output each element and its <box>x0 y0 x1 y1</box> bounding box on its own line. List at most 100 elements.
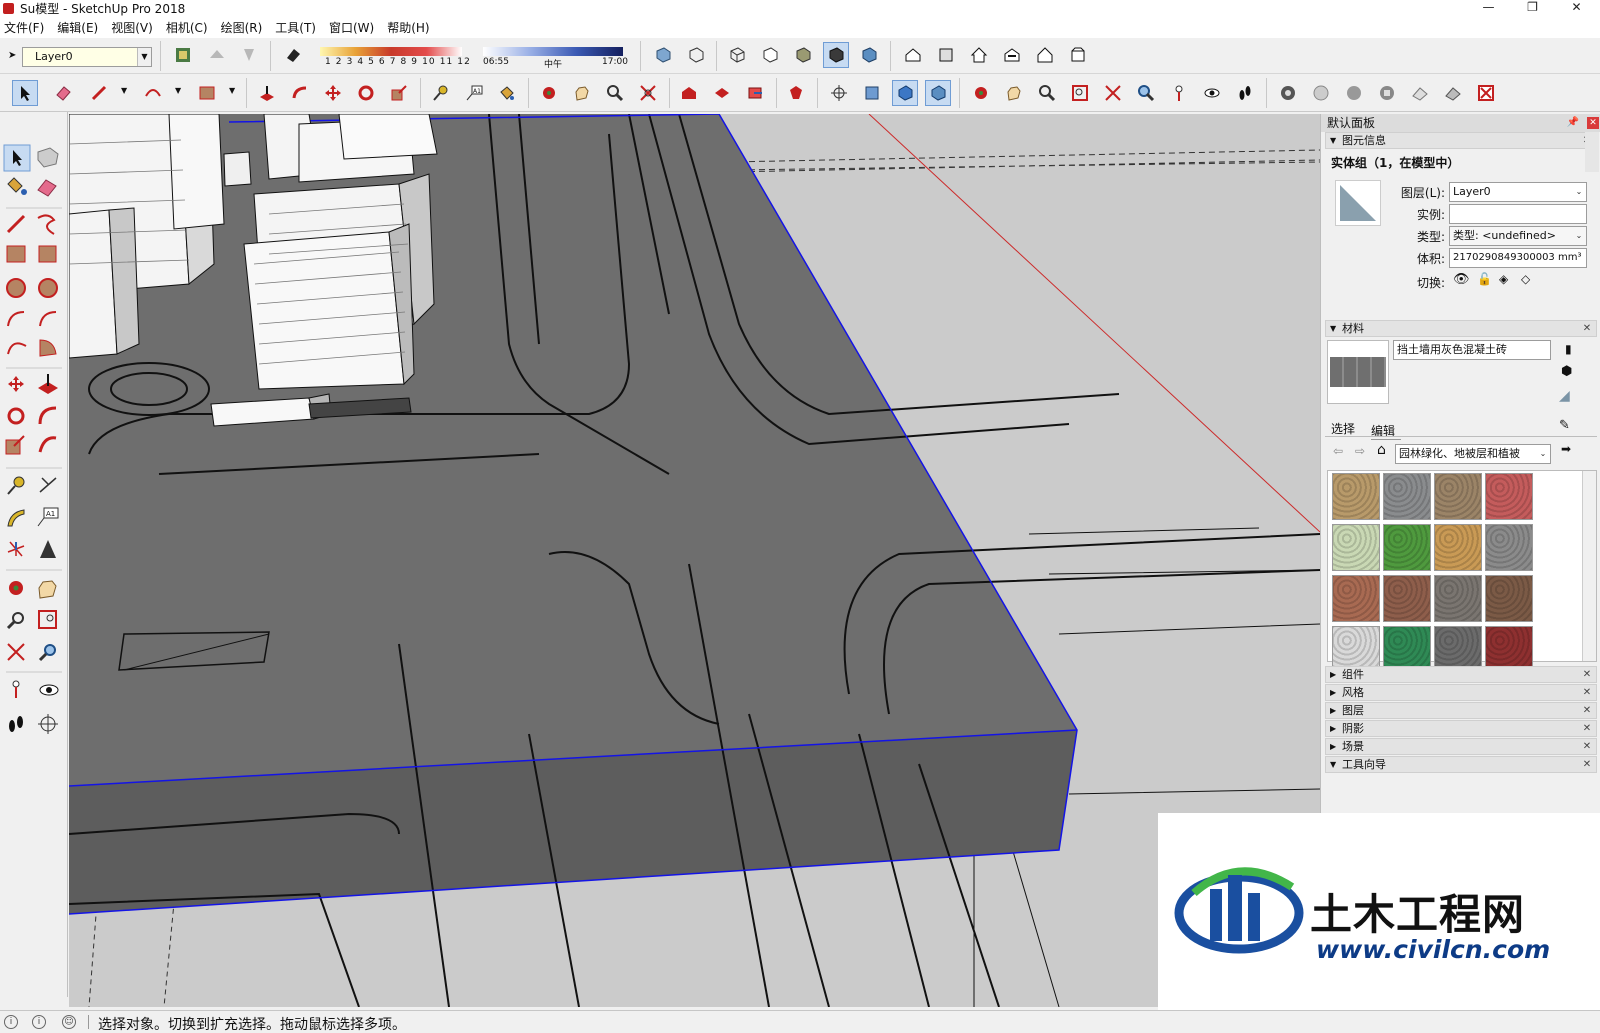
two-point-arc-icon[interactable] <box>39 311 57 327</box>
entity-layer-select[interactable]: Layer0 ⌄ <box>1449 182 1587 202</box>
warehouse-icon[interactable] <box>676 80 702 106</box>
tape-measure-icon[interactable] <box>428 80 454 106</box>
orbit-icon[interactable] <box>536 80 562 106</box>
previous-view-icon[interactable] <box>38 644 56 662</box>
layer-next-icon[interactable] <box>236 42 262 68</box>
zoom-icon[interactable] <box>6 612 24 630</box>
material-swatch[interactable] <box>1434 575 1482 622</box>
pie-tool-icon[interactable] <box>39 339 57 357</box>
tape-measure-icon[interactable] <box>7 476 25 495</box>
stamp-icon[interactable] <box>1374 80 1400 106</box>
walk-icon[interactable] <box>1232 80 1258 106</box>
default-material-icon[interactable]: ◢ <box>1559 388 1570 404</box>
instance-input[interactable] <box>1449 204 1587 224</box>
select-tool-icon[interactable] <box>3 144 31 172</box>
iso-view-icon[interactable] <box>900 42 926 68</box>
position-camera-icon[interactable] <box>1166 80 1192 106</box>
shaded-icon[interactable] <box>790 42 816 68</box>
look-around-icon[interactable] <box>1199 80 1225 106</box>
shadow-date-slider[interactable] <box>320 47 462 56</box>
materials-tab-select[interactable]: 选择 <box>1331 420 1355 437</box>
select-tool-icon[interactable] <box>12 80 38 106</box>
geo-location-icon[interactable]: i <box>4 1015 18 1029</box>
push-pull-icon[interactable] <box>38 374 58 394</box>
material-swatch[interactable] <box>1383 524 1431 571</box>
scale-tool-icon[interactable] <box>5 435 25 455</box>
eyedropper-icon[interactable]: ✎ <box>1559 418 1570 433</box>
pan-icon-2[interactable] <box>1001 80 1027 106</box>
zoom-extents-icon-2[interactable] <box>1100 80 1126 106</box>
section-close-icon[interactable]: ✕ <box>1581 321 1593 336</box>
type-select[interactable]: 类型: <undefined> ⌄ <box>1449 226 1587 246</box>
scale-tool-icon[interactable] <box>386 80 412 106</box>
orbit-icon[interactable] <box>9 581 23 595</box>
section-close-icon[interactable]: ✕ <box>1581 721 1593 736</box>
materials-tab-edit[interactable]: 编辑 <box>1371 422 1401 440</box>
section-close-icon[interactable]: ✕ <box>1581 703 1593 718</box>
zoom-window-icon[interactable] <box>38 610 57 629</box>
pan-icon[interactable] <box>38 580 57 599</box>
layer-select[interactable]: Layer0 ▼ <box>22 47 152 67</box>
eraser-icon[interactable] <box>37 179 57 197</box>
styles-header[interactable]: ▶ 风格 ✕ <box>1325 684 1597 701</box>
share-component-icon[interactable] <box>742 80 768 106</box>
back-edges-icon[interactable] <box>683 42 709 68</box>
components-header[interactable]: ▶ 组件 ✕ <box>1325 666 1597 683</box>
menu-help[interactable]: 帮助(H) <box>387 19 438 36</box>
freehand-icon[interactable] <box>37 214 56 235</box>
sandbox-contours-icon[interactable] <box>1275 80 1301 106</box>
text-tool-icon[interactable]: A1 <box>461 80 487 106</box>
paint-bucket-icon[interactable] <box>7 177 27 195</box>
add-detail-icon[interactable] <box>1440 80 1466 106</box>
material-swatch[interactable] <box>1332 473 1380 520</box>
wireframe-icon[interactable] <box>724 42 750 68</box>
modeling-viewport[interactable] <box>69 114 1320 1007</box>
previous-view-icon[interactable] <box>1133 80 1159 106</box>
materials-header[interactable]: ▼ 材料 ✕ <box>1325 320 1597 337</box>
section-close-icon[interactable]: ✕ <box>1581 739 1593 754</box>
section-plane-icon[interactable] <box>38 714 58 734</box>
menu-view[interactable]: 视图(V) <box>111 19 162 36</box>
position-camera-icon[interactable] <box>12 680 20 698</box>
front-view-icon[interactable] <box>966 42 992 68</box>
arc-tool-icon[interactable] <box>7 311 25 327</box>
left-view-icon[interactable] <box>1065 42 1091 68</box>
rotate-tool-icon[interactable] <box>353 80 379 106</box>
section-plane-icon[interactable] <box>859 80 885 106</box>
material-swatch[interactable] <box>1434 524 1482 571</box>
sandbox-scratch-icon[interactable] <box>1308 80 1334 106</box>
move-tool-icon[interactable] <box>8 376 24 392</box>
top-view-icon[interactable] <box>933 42 959 68</box>
drape-icon[interactable] <box>1407 80 1433 106</box>
follow-me-icon[interactable] <box>38 406 57 425</box>
right-view-icon[interactable] <box>999 42 1025 68</box>
chevron-down-icon[interactable]: ▼ <box>175 86 181 95</box>
chevron-down-icon[interactable]: ▼ <box>137 48 151 66</box>
material-swatch[interactable] <box>1434 473 1482 520</box>
dimension-tool-icon[interactable] <box>39 477 57 493</box>
rectangle-tool-icon[interactable] <box>6 245 26 263</box>
circle-tool-icon[interactable] <box>6 278 26 298</box>
axes-tool-icon[interactable] <box>7 541 25 557</box>
home-icon[interactable]: ⌂ <box>1377 442 1386 458</box>
scenes-header[interactable]: ▶ 场景 ✕ <box>1325 738 1597 755</box>
polygon-tool-icon[interactable] <box>38 278 58 298</box>
material-library-select[interactable]: 园林绿化、地被层和植被 ⌄ <box>1395 444 1551 464</box>
section-close-icon[interactable]: ✕ <box>1581 757 1593 772</box>
axes-icon[interactable] <box>826 80 852 106</box>
3d-text-icon[interactable] <box>40 540 56 558</box>
menu-edit[interactable]: 编辑(E) <box>57 19 107 36</box>
layers-header[interactable]: ▶ 图层 ✕ <box>1325 702 1597 719</box>
pan-icon[interactable] <box>569 80 595 106</box>
details-arrow-icon[interactable]: ➡ <box>1561 442 1571 456</box>
menu-draw[interactable]: 绘图(R) <box>221 19 272 36</box>
rectangle-tool-icon[interactable] <box>194 80 220 106</box>
display-secondary-icon[interactable]: ▮ <box>1565 342 1572 356</box>
material-swatch[interactable] <box>1332 524 1380 571</box>
close-button[interactable]: ✕ <box>1554 0 1599 16</box>
walk-icon[interactable] <box>9 716 23 732</box>
smoove-icon[interactable] <box>1341 80 1367 106</box>
back-view-icon[interactable] <box>1032 42 1058 68</box>
section-fill-icon[interactable] <box>925 80 951 106</box>
layer-prev-icon[interactable] <box>204 42 230 68</box>
